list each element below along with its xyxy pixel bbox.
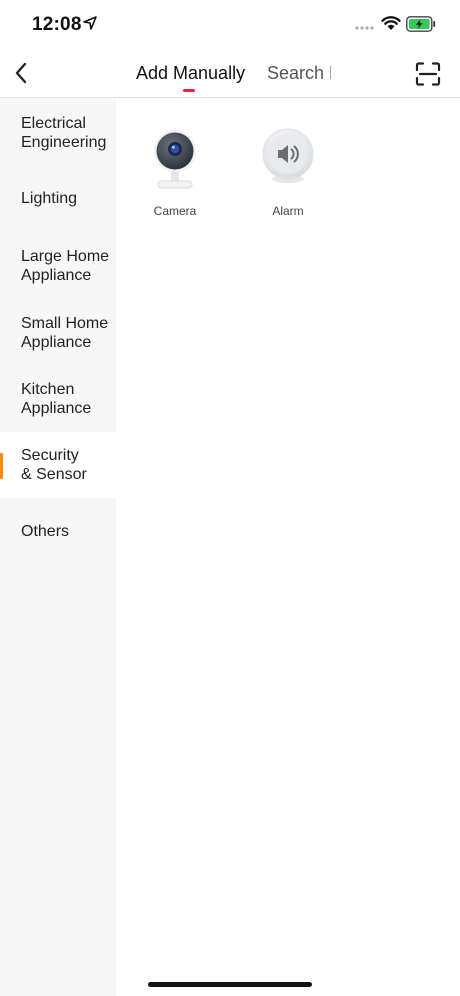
scan-button[interactable] (415, 62, 441, 86)
battery-charging-icon (406, 16, 436, 32)
nav-bar: Add Manually Search Devices (0, 50, 460, 98)
sidebar-item-label: Kitchen Appliance (21, 381, 92, 417)
active-category-marker (0, 453, 3, 479)
sidebar-item-label: Others (21, 523, 70, 540)
status-time: 12:08 (32, 14, 82, 35)
sidebar-item-lighting[interactable]: Lighting (0, 165, 116, 232)
camera-icon (154, 130, 196, 189)
chevron-left-icon (15, 62, 27, 84)
sidebar-item-large-home-appliance[interactable]: Large Home Appliance (0, 232, 116, 299)
category-sidebar: Electrical Engineering Lighting Large Ho… (0, 98, 116, 996)
sidebar-item-label: Large Home Appliance (21, 248, 110, 284)
status-bar: 12:08 (0, 0, 460, 50)
cellular-signal-icon (355, 26, 374, 30)
sidebar-item-electrical-engineering[interactable]: Electrical Engineering (0, 98, 116, 165)
tab-search-devices[interactable]: Search Devices (267, 63, 331, 84)
sidebar-item-others[interactable]: Others (0, 498, 116, 565)
sidebar-item-label: Electrical Engineering (21, 115, 107, 151)
device-card-alarm[interactable]: Alarm (243, 126, 333, 226)
tab-add-manually[interactable]: Add Manually (136, 63, 245, 84)
sidebar-item-security-sensor[interactable]: Security & Sensor (0, 432, 116, 498)
sidebar-item-label: Small Home Appliance (21, 315, 109, 351)
location-arrow-icon (83, 16, 97, 30)
sidebar-item-small-home-appliance[interactable]: Small Home Appliance (0, 299, 116, 366)
sidebar-item-label: Security & Sensor (21, 447, 87, 483)
device-name: Alarm (272, 204, 304, 218)
sidebar-item-kitchen-appliance[interactable]: Kitchen Appliance (0, 366, 116, 432)
sidebar-item-label: Lighting (21, 190, 78, 207)
device-name: Camera (153, 204, 197, 218)
active-tab-indicator (183, 89, 195, 92)
scan-frame-icon (415, 62, 441, 86)
home-indicator[interactable] (148, 982, 312, 987)
alarm-speaker-icon (262, 128, 314, 183)
device-grid: Camera Alarm (116, 98, 460, 996)
device-card-camera[interactable]: Camera (130, 126, 220, 226)
back-button[interactable] (10, 60, 34, 86)
wifi-icon (381, 16, 401, 30)
